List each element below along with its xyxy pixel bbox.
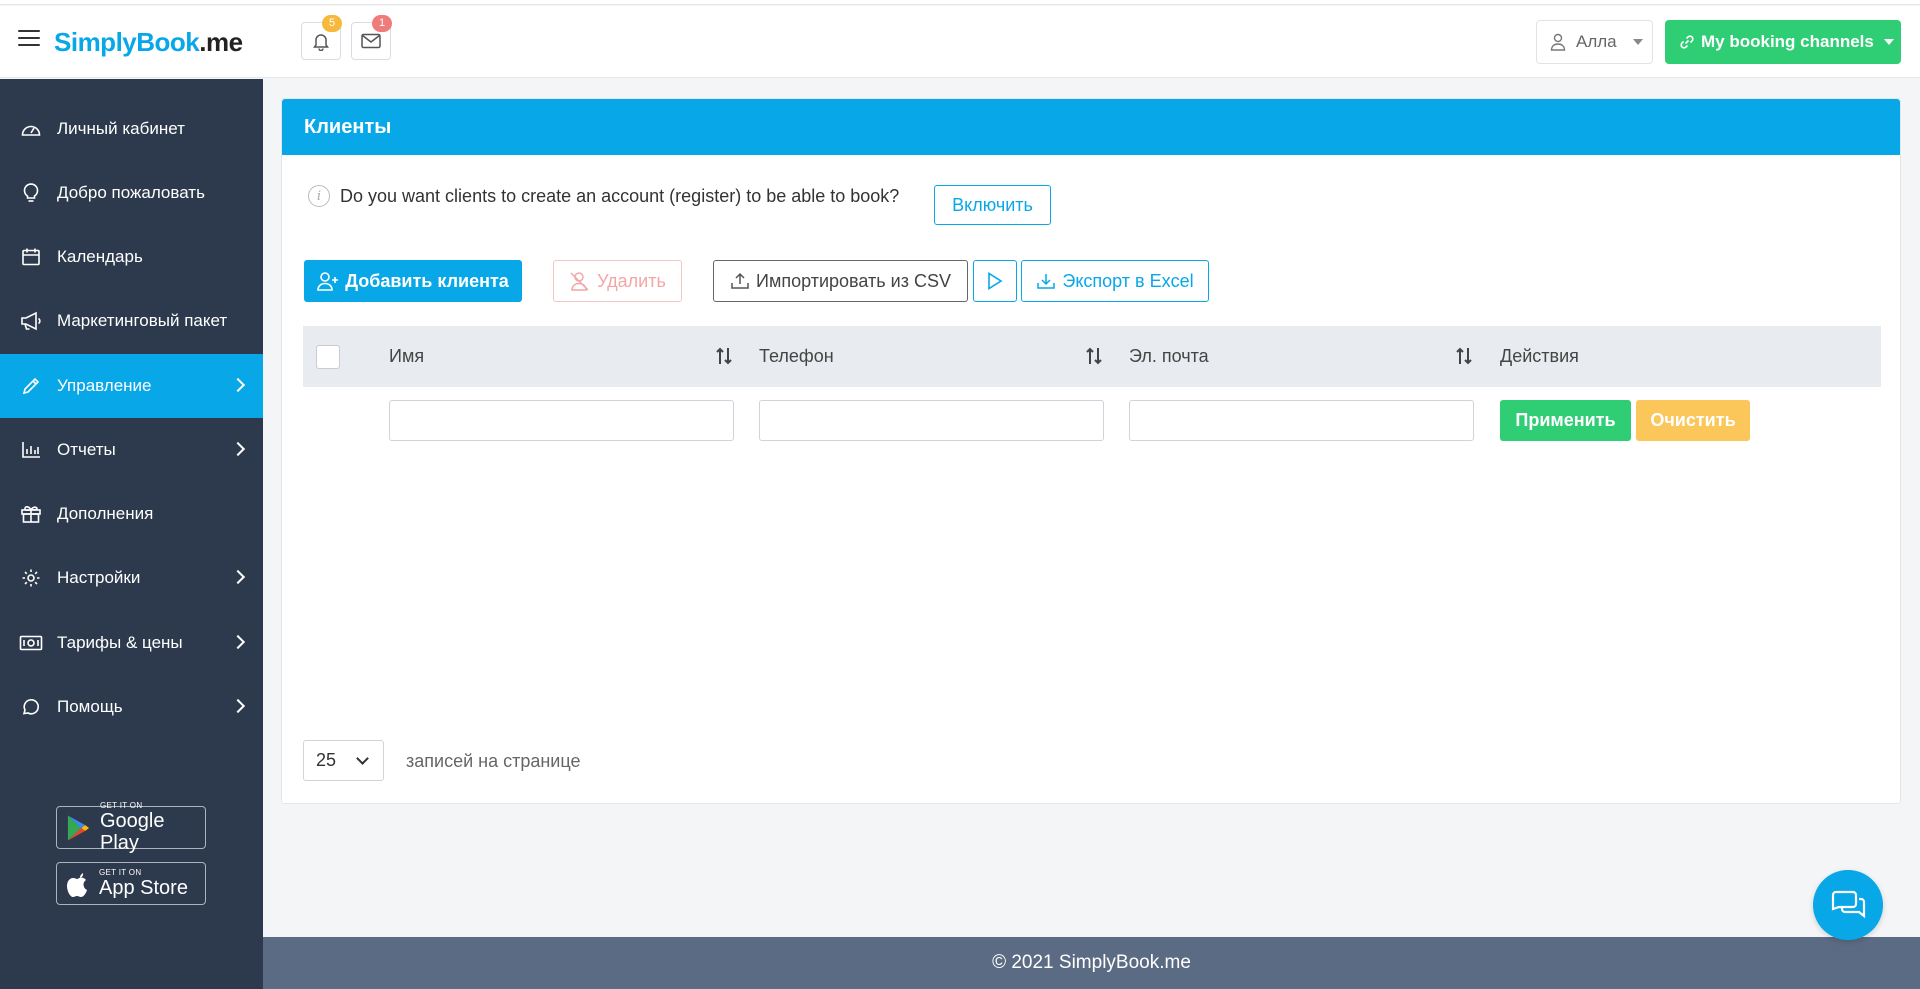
sort-icon[interactable] [715, 346, 733, 366]
play-icon [988, 272, 1003, 290]
top-header: SimplyBook.me 5 1 Алла My booking channe… [0, 6, 1920, 78]
register-prompt: i Do you want clients to create an accou… [308, 185, 899, 207]
sidebar-item-marketing[interactable]: Маркетинговый пакет [0, 289, 263, 353]
chevron-right-icon [230, 377, 246, 393]
link-icon [1680, 35, 1694, 49]
column-phone-header[interactable]: Телефон [759, 326, 834, 387]
sidebar-item-settings[interactable]: Настройки [0, 546, 263, 610]
caret-down-icon [1632, 39, 1643, 45]
top-strip [0, 0, 1920, 5]
user-name: Алла [1576, 32, 1617, 51]
live-chat-button[interactable] [1813, 870, 1883, 940]
table-header: Имя Телефон Эл. почта Действия [303, 326, 1881, 387]
remove-user-icon [570, 272, 589, 291]
filter-phone-input[interactable] [759, 400, 1104, 441]
lightbulb-icon [23, 183, 39, 202]
dashboard-icon [21, 125, 41, 136]
sidebar-item-management[interactable]: Управление [0, 354, 263, 418]
chevron-right-icon [230, 698, 246, 714]
download-icon [1037, 274, 1056, 289]
calendar-icon [22, 248, 40, 266]
messages-badge: 1 [372, 15, 392, 32]
user-menu-button[interactable]: Алла [1536, 20, 1653, 64]
export-excel-button[interactable]: Экспорт в Excel [1021, 260, 1209, 302]
add-user-icon [317, 272, 339, 291]
apple-icon [67, 872, 87, 897]
column-name-header[interactable]: Имя [389, 326, 424, 387]
app-store-button[interactable]: GET IT ON App Store [56, 862, 206, 905]
megaphone-icon [21, 311, 41, 331]
sidebar-item-addons[interactable]: Дополнения [0, 482, 263, 546]
sort-icon[interactable] [1455, 346, 1473, 366]
select-all-checkbox[interactable] [316, 345, 340, 369]
column-email-header[interactable]: Эл. почта [1129, 326, 1209, 387]
booking-channels-label: My booking channels [1701, 32, 1874, 51]
video-tutorial-button[interactable] [973, 260, 1017, 302]
user-icon [1550, 33, 1566, 51]
apply-filter-button[interactable]: Применить [1500, 400, 1631, 441]
sidebar-item-calendar[interactable]: Календарь [0, 225, 263, 289]
google-play-icon [67, 814, 90, 841]
footer-copyright: © 2021 SimplyBook.me [263, 937, 1920, 989]
logo[interactable]: SimplyBook.me [54, 27, 243, 58]
clients-card: Клиенты i Do you want clients to create … [281, 98, 1901, 804]
sidebar-item-reports[interactable]: Отчеты [0, 418, 263, 482]
delete-button[interactable]: Удалить [553, 260, 682, 302]
booking-channels-button[interactable]: My booking channels [1665, 20, 1901, 64]
envelope-icon [361, 33, 381, 49]
chevron-right-icon [230, 634, 246, 650]
add-client-button[interactable]: Добавить клиента [304, 260, 522, 302]
gift-icon [21, 506, 41, 523]
menu-toggle-icon[interactable] [18, 30, 40, 48]
money-icon [19, 635, 43, 651]
upload-icon [731, 272, 749, 289]
notifications-badge: 5 [322, 15, 342, 32]
sidebar-item-welcome[interactable]: Добро пожаловать [0, 161, 263, 225]
clear-filter-button[interactable]: Очистить [1636, 400, 1750, 441]
per-page-label: записей на странице [406, 751, 581, 771]
info-icon: i [308, 185, 330, 207]
filter-email-input[interactable] [1129, 400, 1474, 441]
filter-name-input[interactable] [389, 400, 734, 441]
sidebar: Личный кабинет Добро пожаловать Календар… [0, 79, 263, 989]
chevron-right-icon [230, 441, 246, 457]
sort-icon[interactable] [1085, 346, 1103, 366]
messages-button[interactable]: 1 [351, 15, 392, 60]
sidebar-item-help[interactable]: Помощь [0, 675, 263, 739]
per-page-select[interactable]: 25 [303, 740, 384, 781]
google-play-button[interactable]: GET IT ON Google Play [56, 801, 206, 854]
import-csv-button[interactable]: Импортировать из CSV [713, 260, 968, 302]
chevron-down-icon [356, 752, 369, 765]
chat-icon [22, 699, 39, 715]
chart-icon [22, 442, 40, 458]
caret-down-icon [1883, 39, 1894, 45]
pencil-icon [22, 377, 40, 395]
register-prompt-text: Do you want clients to create an account… [340, 185, 900, 206]
sidebar-item-dashboard[interactable]: Личный кабинет [0, 97, 263, 161]
sidebar-item-pricing[interactable]: Тарифы & цены [0, 611, 263, 675]
bell-icon [313, 34, 329, 51]
column-actions-header: Действия [1500, 346, 1579, 366]
page-title: Клиенты [282, 99, 1900, 155]
chevron-right-icon [230, 569, 246, 585]
enable-register-button[interactable]: Включить [934, 185, 1051, 225]
notifications-button[interactable]: 5 [301, 15, 342, 60]
chat-bubbles-icon [1831, 890, 1866, 919]
gear-icon [22, 569, 40, 587]
